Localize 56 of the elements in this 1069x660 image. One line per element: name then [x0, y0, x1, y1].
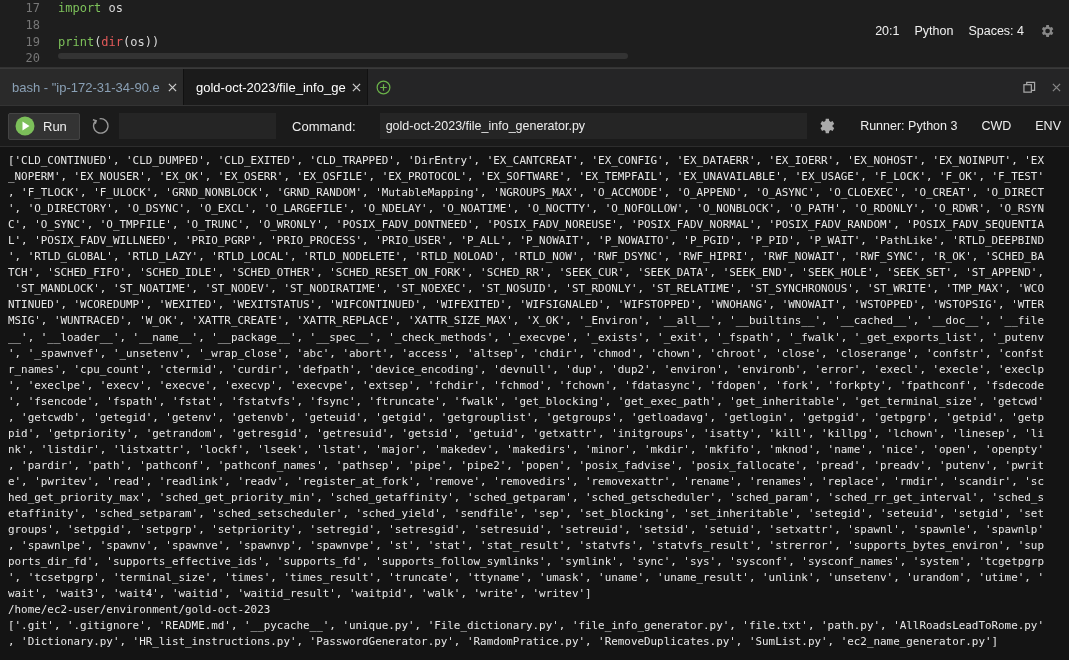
close-icon[interactable]	[168, 82, 177, 92]
line-number: 17	[24, 0, 41, 17]
terminal-tab[interactable]: gold-oct-2023/file_info_ge	[184, 69, 368, 105]
terminal-tab[interactable]: bash - "ip-172-31-34-90.e	[0, 69, 184, 105]
output-line: ', 'execlpe', 'execv', 'execve', 'execvp', 'execvpe', 'extsep', 'fchdir', 'fchmod', 'fchown', 'fdatasync', 'fdopen', 'fork', 'forkpty', 'fpathconf', 'fsdecode	[8, 377, 1044, 394]
command-field[interactable]: gold-oct-2023/file_info_generator.py	[379, 113, 807, 139]
output-line: ', 'tcsetpgrp', 'terminal_size', 'times', 'times_result', 'truncate', 'ttyname', 'umask', 'uname', 'uname_result', 'unlink', 'unsetenv', 'urandom', 'utime', '	[8, 570, 1044, 587]
output-line: wait', 'wait3', 'wait4', 'waitid', 'waitid_result', 'waitpid', 'walk', 'write', 'writev']	[8, 586, 592, 603]
output-line: groups', 'setpgid', 'setpgrp', 'setpriority', 'setregid', 'setresgid', 'setresuid', 'setreuid', 'setsid', 'setuid', 'setxattr', 'spawnl', 'spawnle', 'spawnlp'	[8, 522, 1044, 539]
indent-label[interactable]: Spaces: 4	[968, 24, 1024, 38]
output-line: ', '_spawnvef', '_unsetenv', '_wrap_close', 'abc', 'abort', 'access', 'altsep', 'chdir', 'chmod', 'chown', 'chroot', 'close', 'closerange', 'confstr', 'confst	[8, 345, 1044, 362]
cursor-position[interactable]: 20:1	[875, 24, 900, 38]
output-line: ', 'fsencode', 'fspath', 'fstat', 'fstatvfs', 'fsync', 'ftruncate', 'fwalk', 'get_blocking', 'get_exec_path', 'get_inheritable', 'get_terminal_size', 'getcwd'	[8, 393, 1044, 410]
output-line: ', 'O_DIRECTORY', 'O_DSYNC', 'O_EXCL', 'O_LARGEFILE', 'O_NDELAY', 'O_NOATIME', 'O_NOCTTY', 'O_NOFOLLOW', 'O_NONBLOCK', 'O_PATH', 'O_RDONLY', 'O_RDWR', 'O_RSYN	[8, 201, 1044, 218]
output-line: 'ST_MANDLOCK', 'ST_NOATIME', 'ST_NODEV', 'ST_NODIRATIME', 'ST_NOEXEC', 'ST_NOSUID', 'ST_RDONLY', 'ST_RELATIME', 'ST_SYNCHRONOUS', 'ST_WRITE', 'TMP_MAX', 'WCO	[13, 281, 1044, 298]
runner-selector[interactable]: Runner: Python 3	[860, 119, 958, 133]
settings-icon[interactable]	[1039, 23, 1055, 39]
output-line: etaffinity', 'sched_setparam', 'sched_setscheduler', 'sched_yield', 'sendfile', 'sep', 'set_blocking', 'set_inheritable', 'setegid', 'seteuid', 'setgid', 'set	[8, 506, 1044, 523]
code-line: print(dir(os))	[58, 33, 160, 51]
language-label[interactable]: Python	[914, 24, 954, 38]
output-line: ', 'RTLD_GLOBAL', 'RTLD_LAZY', 'RTLD_LOCAL', 'RTLD_NODELETE', 'RTLD_NOLOAD', 'RTLD_NOW', 'RWF_DSYNC', 'RWF_HIPRI', 'RWF_NOWAIT', 'RWF_SYNC', 'R_OK', 'SCHED_BA	[8, 249, 1044, 266]
output-line: __', '__loader__', '__name__', '__package__', '__spec__', '_check_methods', '_execvpe', '_exists', '_exit', '_fspath', '_fwalk', '_get_exports_list', '_putenv	[8, 329, 1044, 346]
line-number: 18	[24, 16, 41, 34]
restore-window-icon[interactable]	[1023, 80, 1036, 94]
close-icon[interactable]	[352, 82, 361, 92]
output-line: TCH', 'SCHED_FIFO', 'SCHED_IDLE', 'SCHED_OTHER', 'SCHED_RESET_ON_FORK', 'SCHED_RR', 'SEEK_CUR', 'SEEK_DATA', 'SEEK_END', 'SEEK_HOLE', 'SEEK_SET', 'ST_APPEND',	[8, 265, 1044, 282]
code-editor[interactable]: 17 import os 18 19 print(dir(os)) 20 20:1 Python Spaces: 4	[0, 0, 1069, 68]
output-line: hed_get_priority_max', 'sched_get_priority_min', 'sched_getaffinity', 'sched_getparam', 'sched_getscheduler', 'sched_param', 'sched_rr_get_interval', 'sched_s	[8, 490, 1044, 506]
env-button[interactable]: ENV	[1035, 119, 1061, 133]
output-line: nk', 'listdir', 'listxattr', 'lockf', 'lseek', 'lstat', 'major', 'makedev', 'makedirs', 'minor', 'mkdir', 'mkfifo', 'mknod', 'name', 'nice', 'open', 'openpty'	[8, 441, 1044, 458]
output-line: MSIG', 'WUNTRACED', 'W_OK', 'XATTR_CREATE', 'XATTR_REPLACE', 'XATTR_SIZE_MAX', 'X_OK', '_Environ', '__all__', '__builtins__', '__cached__', '__doc__', '__file	[8, 313, 1044, 330]
output-line: NTINUED', 'WCOREDUMP', 'WEXITED', 'WEXITSTATUS', 'WIFCONTINUED', 'WIFEXITED', 'WIFSIGNALED', 'WIFSTOPPED', 'WNOHANG', 'WNOWAIT', 'WSTOPPED', 'WSTOPSIG', 'WTER	[8, 297, 1044, 314]
cwd-button[interactable]: CWD	[981, 119, 1012, 133]
output-line: ['CLD_CONTINUED', 'CLD_DUMPED', 'CLD_EXITED', 'CLD_TRAPPED', 'DirEntry', 'EX_CANTCREAT', 'EX_CONFIG', 'EX_DATAERR', 'EX_IOERR', 'EX_NOHOST', 'EX_NOINPUT', 'EX	[8, 153, 1044, 169]
output-line: /home/ec2-user/environment/gold-oct-2023	[8, 602, 271, 619]
play-icon	[15, 116, 35, 136]
output-line: ports_dir_fd', 'supports_effective_ids', 'supports_fd', 'supports_follow_symlinks', 'symlink', 'sync', 'sys', 'sysconf', 'sysconf_names', 'system', 'tcgetpgrp	[8, 554, 1044, 571]
output-line: , 'getcwdb', 'getegid', 'getenv', 'getenvb', 'geteuid', 'getgid', 'getgrouplist', 'getgroups', 'getloadavg', 'getlogin', 'getpgid', 'getpgrp', 'getpid', 'getp	[8, 409, 1044, 426]
output-line: ['.git', '.gitignore', 'README.md', '__pycache__', 'unique.py', 'File_dictionary.py', 'file_info_generator.py', 'file.txt', 'path.py', 'AllRoadsLeadToRome.py'	[8, 618, 1044, 635]
output-line: , 'Dictionary.py', 'HR_list_instructions.py', 'PasswordGenerator.py', 'RamdomPratice.py', 'RemoveDuplicates.py', 'SumList.py', 'ec2_name_generator.py']	[8, 634, 999, 651]
output-line: , 'pardir', 'path', 'pathconf', 'pathconf_names', 'pathsep', 'pipe', 'pipe2', 'popen', 'posix_fadvise', 'posix_fallocate', 'pread', 'preadv', 'putenv', 'pwrit	[8, 457, 1044, 474]
output-line: L', 'POSIX_FADV_WILLNEED', 'PRIO_PGRP', 'PRIO_PROCESS', 'PRIO_USER', 'P_ALL', 'P_NOWAIT', 'P_NOWAITO', 'P_PGID', 'P_PID', 'P_WAIT', 'PathLike', 'RTLD_DEEPBIND	[8, 233, 1044, 250]
close-icon[interactable]	[1052, 82, 1061, 92]
line-number: 20	[24, 50, 41, 68]
output-line: pid', 'getpriority', 'getrandom', 'getresgid', 'getresuid', 'getsid', 'getuid', 'getxattr', 'initgroups', 'isatty', 'kill', 'killpg', 'lchown', 'linesep', 'li	[8, 425, 1044, 442]
output-line: , 'spawnlpe', 'spawnv', 'spawnve', 'spawnvp', 'spawnvpe', 'st', 'stat', 'stat_result', 'statvfs', 'statvfs_result', 'strerror', 'supports_bytes_environ', 'sup	[8, 538, 1044, 555]
command-label: Command:	[292, 118, 356, 134]
output-line: , 'F_TLOCK', 'F_ULOCK', 'GRND_NONBLOCK', 'GRND_RANDOM', 'MutableMapping', 'NGROUPS_MAX', 'O_ACCMODE', 'O_APPEND', 'O_ASYNC', 'O_CLOEXEC', 'O_CREAT', 'O_DIRECT	[8, 185, 1044, 202]
output-line: e', 'pwritev', 'read', 'readlink', 'readv', 'register_at_fork', 'remove', 'removedirs', 'removexattr', 'rename', 'renames', 'replace', 'rmdir', 'scandir', 'sc	[8, 473, 1044, 490]
code-line: import os	[58, 0, 124, 17]
output-line: _NOPERM', 'EX_NOUSER', 'EX_OK', 'EX_OSERR', 'EX_OSFILE', 'EX_PROTOCOL', 'EX_SOFTWARE', 'EX_TEMPFAIL', 'EX_UNAVAILABLE', 'EX_USAGE', 'F_LOCK', 'F_OK', 'F_TEST'	[8, 169, 1044, 186]
line-number: 19	[24, 33, 41, 51]
run-button[interactable]: Run	[8, 112, 80, 140]
output-line: C', 'O_SYNC', 'O_TMPFILE', 'O_TRUNC', 'O_WRONLY', 'POSIX_FADV_DONTNEED', 'POSIX_FADV_NOREUSE', 'POSIX_FADV_NORMAL', 'POSIX_FADV_RANDOM', 'POSIX_FADV_SEQUENTIA	[8, 217, 1044, 234]
output-line: r_names', 'cpu_count', 'ctermid', 'curdir', 'defpath', 'device_encoding', 'devnull', 'dup', 'dup2', 'environ', 'environb', 'error', 'execl', 'execle', 'execlp	[8, 361, 1044, 378]
add-tab-icon[interactable]	[376, 79, 391, 95]
